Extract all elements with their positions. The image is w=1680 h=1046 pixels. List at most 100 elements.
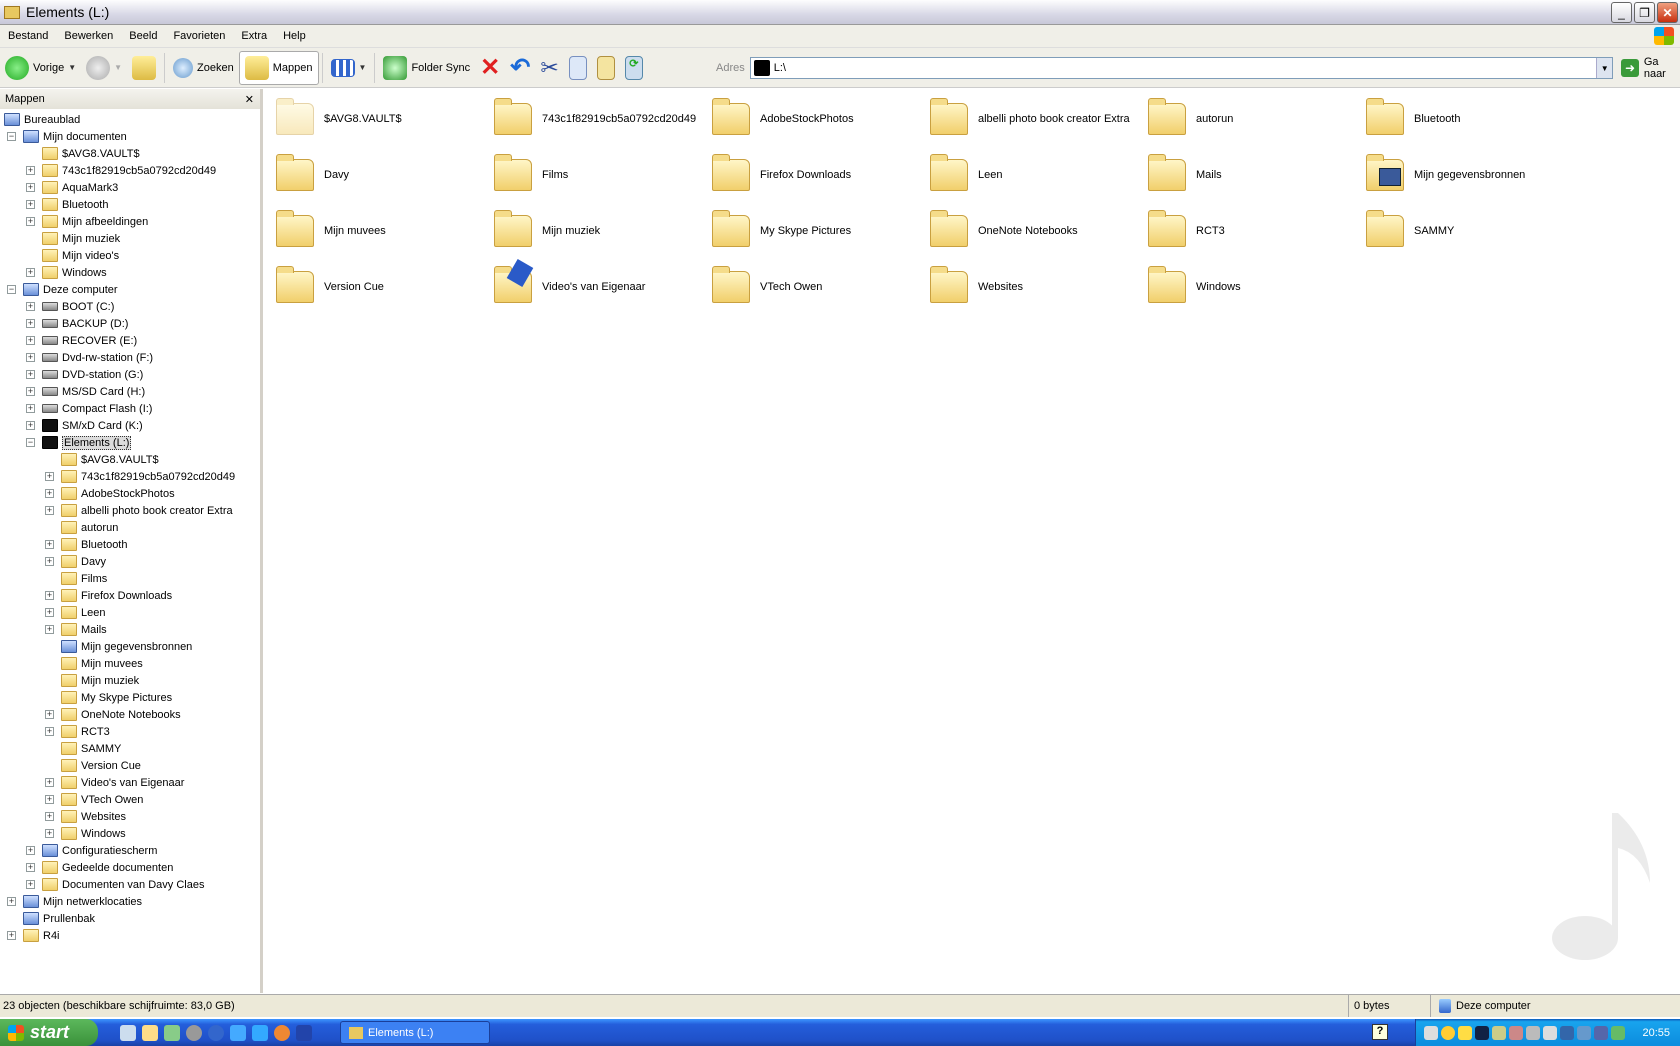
search-button[interactable]: Zoeken: [168, 51, 239, 85]
tree-item[interactable]: Mijn muvees: [61, 655, 143, 672]
paste-button[interactable]: [592, 51, 620, 85]
expand-icon[interactable]: +: [45, 778, 54, 787]
folder-item[interactable]: VTech Owen: [712, 262, 927, 312]
tray-app-icon[interactable]: [1509, 1025, 1523, 1040]
tree-item[interactable]: + Firefox Downloads: [45, 587, 172, 604]
network-icon[interactable]: [1577, 1025, 1591, 1040]
copy-button[interactable]: [564, 51, 592, 85]
tree-item[interactable]: Mijn muziek: [42, 230, 120, 247]
expand-icon[interactable]: +: [45, 710, 54, 719]
tree-item[interactable]: autorun: [61, 519, 118, 536]
tree-item[interactable]: + Leen: [45, 604, 105, 621]
expand-icon[interactable]: +: [7, 931, 16, 940]
tree-item[interactable]: + VTech Owen: [45, 791, 143, 808]
help-icon[interactable]: ?: [1372, 1024, 1388, 1040]
start-button[interactable]: start: [0, 1019, 98, 1046]
menu-bewerken[interactable]: Bewerken: [56, 30, 121, 42]
folder-item[interactable]: RCT3: [1148, 206, 1363, 256]
menu-favorieten[interactable]: Favorieten: [165, 30, 233, 42]
expand-icon[interactable]: +: [45, 795, 54, 804]
expand-icon[interactable]: +: [45, 489, 54, 498]
folder-item[interactable]: Bluetooth: [1366, 94, 1581, 144]
folder-item[interactable]: Version Cue: [276, 262, 491, 312]
taskbar-button-elements[interactable]: Elements (L:): [340, 1021, 490, 1044]
folder-item[interactable]: Mijn muziek: [494, 206, 709, 256]
tree-item[interactable]: + Dvd-rw-station (F:): [26, 349, 153, 366]
tree-item[interactable]: Bureaublad: [4, 111, 80, 128]
expand-icon[interactable]: +: [26, 387, 35, 396]
tree-item[interactable]: + Bluetooth: [45, 536, 127, 553]
expand-icon[interactable]: +: [45, 557, 54, 566]
tree-item[interactable]: Films: [61, 570, 107, 587]
tree-item[interactable]: Mijn gegevensbronnen: [61, 638, 192, 655]
tree-item[interactable]: Mijn video's: [42, 247, 119, 264]
back-button[interactable]: Vorige ▼: [0, 51, 81, 85]
tree-item[interactable]: + albelli photo book creator Extra: [45, 502, 233, 519]
security-shield-icon[interactable]: [1458, 1025, 1472, 1040]
expand-icon[interactable]: +: [26, 370, 35, 379]
expand-icon[interactable]: +: [26, 404, 35, 413]
network-icon[interactable]: [1424, 1025, 1438, 1040]
tree-item[interactable]: + Websites: [45, 808, 126, 825]
menu-bestand[interactable]: Bestand: [0, 30, 56, 42]
tray-app-icon[interactable]: [1441, 1025, 1455, 1040]
tree-item[interactable]: + Mails: [45, 621, 107, 638]
close-button[interactable]: ✕: [1657, 2, 1678, 23]
expand-icon[interactable]: +: [45, 506, 54, 515]
media-player-icon[interactable]: [208, 1024, 224, 1041]
warning-network-icon[interactable]: [1492, 1025, 1506, 1040]
expand-icon[interactable]: +: [45, 812, 54, 821]
tree-item[interactable]: + Windows: [26, 264, 107, 281]
expand-icon[interactable]: +: [45, 727, 54, 736]
address-input[interactable]: L:\ ▼: [749, 57, 1614, 79]
tree-item[interactable]: + BACKUP (D:): [26, 315, 128, 332]
folder-item[interactable]: Mijn gegevensbronnen: [1366, 150, 1581, 200]
tray-app-icon[interactable]: [1526, 1025, 1540, 1040]
expand-icon[interactable]: +: [26, 319, 35, 328]
go-button[interactable]: ➜ Ga naar: [1621, 56, 1680, 80]
tree-item[interactable]: + Davy: [45, 553, 106, 570]
expand-icon[interactable]: +: [26, 302, 35, 311]
collapse-icon[interactable]: −: [26, 438, 35, 447]
network-disconnected-icon[interactable]: [1594, 1025, 1608, 1040]
tree-item[interactable]: +743c1f82919cb5a0792cd20d49: [26, 162, 216, 179]
firefox-icon[interactable]: [274, 1024, 290, 1041]
minimize-button[interactable]: _: [1611, 2, 1632, 23]
expand-icon[interactable]: +: [26, 217, 35, 226]
tree-item[interactable]: + Mijn afbeeldingen: [26, 213, 148, 230]
quicklaunch-app-icon[interactable]: [186, 1024, 202, 1041]
expand-icon[interactable]: +: [26, 846, 35, 855]
tree-item[interactable]: + SM/xD Card (K:): [26, 417, 143, 434]
folder-item[interactable]: My Skype Pictures: [712, 206, 927, 256]
delete-button[interactable]: ✕: [475, 51, 505, 85]
folder-item[interactable]: Websites: [930, 262, 1145, 312]
folder-item[interactable]: Windows: [1148, 262, 1363, 312]
folder-item[interactable]: Davy: [276, 150, 491, 200]
quicklaunch-app-icon[interactable]: [142, 1024, 158, 1041]
folder-item[interactable]: Leen: [930, 150, 1145, 200]
collapse-icon[interactable]: −: [7, 132, 16, 141]
folder-item[interactable]: OneNote Notebooks: [930, 206, 1145, 256]
folder-item[interactable]: SAMMY: [1366, 206, 1581, 256]
tree-item[interactable]: + Video's van Eigenaar: [45, 774, 184, 791]
tree-item[interactable]: Version Cue: [61, 757, 141, 774]
folder-item[interactable]: AdobeStockPhotos: [712, 94, 927, 144]
tree-item[interactable]: + Gedeelde documenten: [26, 859, 173, 876]
expand-icon[interactable]: +: [45, 829, 54, 838]
menu-extra[interactable]: Extra: [233, 30, 275, 42]
folders-button[interactable]: Mappen: [238, 50, 319, 85]
folder-item[interactable]: Video's van Eigenaar: [494, 262, 709, 312]
address-dropdown-button[interactable]: ▼: [1596, 58, 1613, 78]
tree-item[interactable]: + RECOVER (E:): [26, 332, 137, 349]
quicklaunch-app-icon[interactable]: [252, 1024, 268, 1041]
refresh-button[interactable]: ⟳: [620, 51, 648, 85]
tree-item[interactable]: + AquaMark3: [26, 179, 118, 196]
folder-item[interactable]: Firefox Downloads: [712, 150, 927, 200]
expand-icon[interactable]: +: [26, 183, 35, 192]
tree-item[interactable]: + Mijn netwerklocaties: [7, 893, 142, 910]
safely-remove-hardware-icon[interactable]: [1611, 1025, 1625, 1040]
expand-icon[interactable]: +: [7, 897, 16, 906]
tree-item[interactable]: + OneNote Notebooks: [45, 706, 181, 723]
chevron-down-icon[interactable]: ▼: [114, 63, 122, 72]
tree-item[interactable]: + R4i: [7, 927, 60, 944]
